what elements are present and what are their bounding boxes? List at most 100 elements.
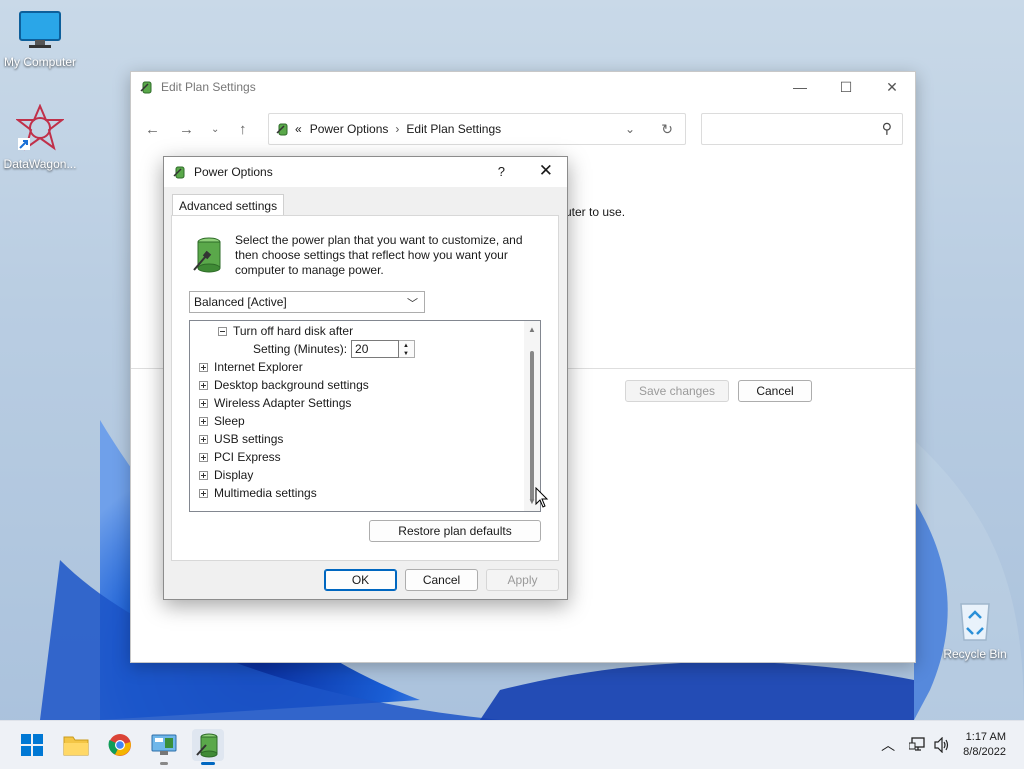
mouse-cursor-icon xyxy=(535,487,549,508)
tab-advanced-settings[interactable]: Advanced settings xyxy=(172,194,285,216)
scrollbar-thumb[interactable] xyxy=(530,351,534,501)
start-button[interactable] xyxy=(16,729,48,761)
desktop-icon-label: Recycle Bin xyxy=(943,647,1007,661)
tree-item[interactable]: Desktop background settings xyxy=(199,376,369,394)
help-button[interactable]: ? xyxy=(498,164,505,179)
tree-item-turn-off-hard-disk[interactable]: Turn off hard disk after xyxy=(218,322,353,340)
recent-locations-chevron-icon[interactable]: ⌄ xyxy=(211,124,219,135)
desktop-icon-datawagon[interactable]: DataWagon... xyxy=(0,103,80,171)
dialog-title: Power Options xyxy=(194,165,273,179)
setting-label: Setting (Minutes): xyxy=(253,342,348,356)
desktop-icon-my-computer[interactable]: My Computer xyxy=(0,10,80,69)
monitor-icon xyxy=(19,11,61,48)
expand-icon[interactable] xyxy=(199,470,208,480)
window-title: Edit Plan Settings xyxy=(161,80,256,94)
stepper-up-icon[interactable]: ▲ xyxy=(403,343,409,349)
expand-icon[interactable] xyxy=(199,488,208,498)
explorer-cancel-button[interactable]: Cancel xyxy=(738,380,812,402)
taskbar-power-options[interactable] xyxy=(192,729,224,765)
save-changes-button[interactable]: Save changes xyxy=(625,380,729,402)
restore-plan-defaults-button[interactable]: Restore plan defaults xyxy=(369,520,541,542)
breadcrumb-overflow[interactable]: « xyxy=(295,122,302,136)
minutes-input[interactable]: 20 xyxy=(351,340,400,358)
forward-arrow-icon[interactable]: → xyxy=(179,121,194,138)
expand-icon[interactable] xyxy=(199,416,208,426)
expand-icon[interactable] xyxy=(199,452,208,462)
system-tray: ︿ 1:17 AM 8/8/2022 xyxy=(881,721,1024,769)
chevron-down-icon: ﹀ xyxy=(407,298,418,310)
running-indicator xyxy=(160,762,168,765)
search-input[interactable]: ⚲ xyxy=(701,113,903,145)
power-options-icon xyxy=(140,81,152,94)
maximize-button[interactable]: ☐ xyxy=(823,72,869,102)
taskbar-clock[interactable]: 1:17 AM 8/8/2022 xyxy=(963,730,1006,760)
tree-item[interactable]: Internet Explorer xyxy=(199,358,303,376)
battery-plug-icon xyxy=(193,237,221,273)
network-icon[interactable] xyxy=(909,737,927,753)
intro-text: Select the power plan that you want to c… xyxy=(235,233,523,277)
address-bar[interactable]: « Power Options › Edit Plan Settings ⌄ ↻ xyxy=(268,113,686,145)
dialog-close-icon[interactable]: ✕ xyxy=(539,161,553,181)
tree-setting-row: Setting (Minutes): 20 ▲ ▼ xyxy=(253,340,416,358)
show-hidden-icons-chevron-icon[interactable]: ︿ xyxy=(881,735,895,755)
breadcrumb-edit-plan-settings[interactable]: Edit Plan Settings xyxy=(406,122,501,136)
tree-item[interactable]: Multimedia settings xyxy=(199,484,317,502)
tree-item[interactable]: PCI Express xyxy=(199,448,281,466)
power-options-icon xyxy=(196,733,218,758)
ok-button[interactable]: OK xyxy=(324,569,397,591)
minimize-button[interactable]: — xyxy=(777,72,823,102)
apply-button[interactable]: Apply xyxy=(486,569,559,591)
minutes-stepper[interactable]: 20 ▲ ▼ xyxy=(351,340,416,358)
datawagon-logo-icon xyxy=(15,103,65,151)
power-plan-selected: Balanced [Active] xyxy=(194,295,287,309)
clock-time: 1:17 AM xyxy=(965,731,1006,743)
refresh-icon[interactable]: ↻ xyxy=(661,121,673,138)
volume-icon[interactable] xyxy=(933,737,951,753)
active-indicator xyxy=(201,762,215,765)
back-arrow-icon[interactable]: ← xyxy=(145,121,160,138)
navigation-bar: ← → ⌄ ↑ « Power Options › Edit Plan Sett… xyxy=(131,113,915,147)
tree-item[interactable]: Display xyxy=(199,466,253,484)
control-panel-icon xyxy=(151,734,177,755)
breadcrumb-separator: › xyxy=(395,122,400,136)
taskbar-file-explorer[interactable] xyxy=(60,729,92,761)
chrome-icon xyxy=(108,734,131,756)
up-arrow-icon[interactable]: ↑ xyxy=(239,121,247,138)
settings-tree[interactable]: Turn off hard disk after Setting (Minute… xyxy=(189,320,541,512)
expand-icon[interactable] xyxy=(199,398,208,408)
expand-icon[interactable] xyxy=(199,434,208,444)
tree-item[interactable]: USB settings xyxy=(199,430,283,448)
taskbar-control-panel[interactable] xyxy=(148,729,180,765)
tree-scrollbar[interactable]: ▲ ▼ xyxy=(524,321,540,511)
breadcrumb-power-options[interactable]: Power Options xyxy=(310,122,389,136)
desktop-icon-label: My Computer xyxy=(3,55,77,69)
power-options-icon xyxy=(276,123,288,136)
power-plan-select[interactable]: Balanced [Active] ﹀ xyxy=(189,291,425,313)
expand-icon[interactable] xyxy=(199,380,208,390)
minimize-icon: — xyxy=(793,79,807,95)
maximize-icon: ☐ xyxy=(839,78,853,95)
scroll-up-icon[interactable]: ▲ xyxy=(528,325,536,334)
dialog-cancel-button[interactable]: Cancel xyxy=(405,569,478,591)
stepper-down-icon[interactable]: ▼ xyxy=(403,351,409,357)
tree-item[interactable]: Sleep xyxy=(199,412,245,430)
search-icon: ⚲ xyxy=(881,120,892,136)
desktop-icon-recycle-bin[interactable]: Recycle Bin xyxy=(935,598,1015,661)
recycle-bin-icon xyxy=(960,603,990,641)
advanced-settings-panel: Select the power plan that you want to c… xyxy=(171,215,559,561)
clock-date: 8/8/2022 xyxy=(963,746,1006,758)
expand-icon[interactable] xyxy=(199,362,208,372)
close-button[interactable]: ✕ xyxy=(869,72,915,102)
address-dropdown-chevron-icon[interactable]: ⌄ xyxy=(625,122,635,136)
taskbar: ︿ 1:17 AM 8/8/2022 xyxy=(0,720,1024,769)
taskbar-chrome[interactable] xyxy=(104,729,136,761)
folder-icon xyxy=(63,736,89,756)
power-options-icon xyxy=(173,166,185,179)
windows-start-icon xyxy=(21,734,43,756)
tree-item[interactable]: Wireless Adapter Settings xyxy=(199,394,351,412)
collapse-icon[interactable] xyxy=(218,326,227,336)
power-options-dialog: Power Options ? ✕ Advanced settings Sele… xyxy=(163,156,568,600)
partial-description-text: uter to use. xyxy=(565,205,626,219)
dialog-titlebar[interactable]: Power Options xyxy=(164,157,567,187)
stepper-arrows[interactable]: ▲ ▼ xyxy=(399,340,416,358)
